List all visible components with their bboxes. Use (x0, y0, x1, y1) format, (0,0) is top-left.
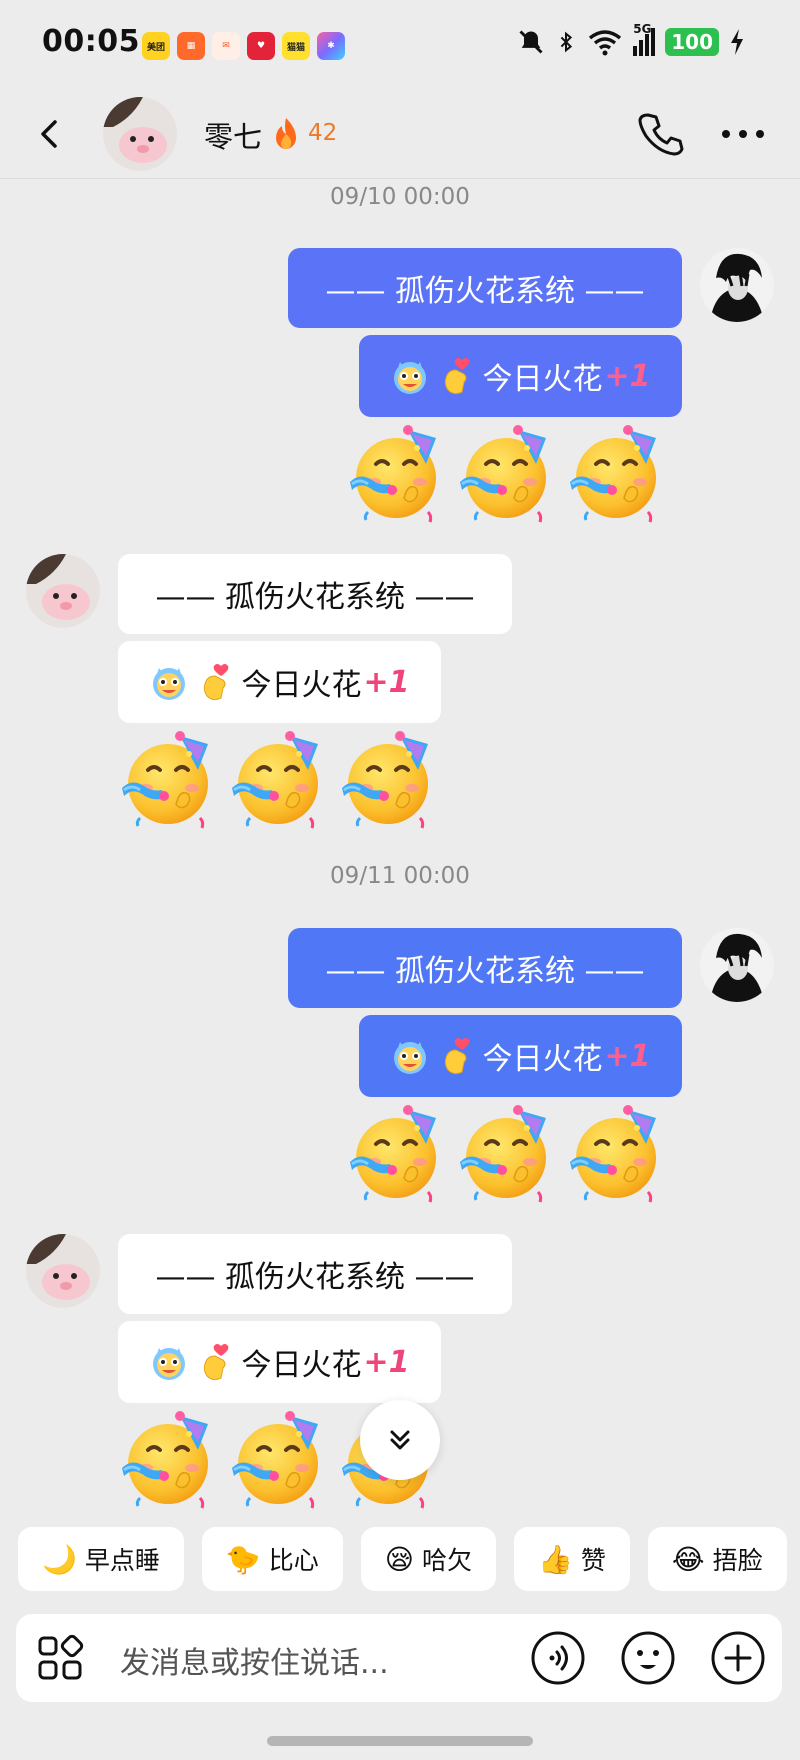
quick-reply-chip[interactable]: 👍 赞 (514, 1527, 630, 1591)
quick-reply-chip[interactable]: 🐤 比心 (201, 1527, 343, 1591)
received-spark-bubble[interactable]: 今日火花 +1 (118, 1321, 441, 1403)
tiger-emoji-icon (149, 662, 189, 702)
battery-indicator: 100 (665, 28, 719, 56)
moon-sleep-icon: 🌙 (42, 1542, 77, 1576)
bluetooth-icon (560, 31, 573, 53)
sent-message-bubble[interactable]: —— 孤伤火花系统 —— (288, 928, 682, 1008)
wifi-icon (589, 30, 622, 56)
home-indicator[interactable] (267, 1736, 533, 1746)
heart-hand-emoji-icon (195, 1342, 235, 1382)
contact-avatar[interactable] (26, 1234, 100, 1308)
contact-avatar[interactable] (26, 554, 100, 628)
contact-avatar[interactable] (103, 97, 177, 171)
chat-header: 零七 42 (0, 90, 800, 179)
tiger-emoji-icon (390, 356, 430, 396)
status-time: 00:05 (42, 24, 140, 59)
heart-hand-emoji-icon (436, 356, 476, 396)
partying-face-icon (338, 730, 438, 830)
tiger-emoji-icon (149, 1342, 189, 1382)
emoji-icon[interactable] (620, 1630, 676, 1686)
thumbs-up-icon: 👍 (538, 1542, 573, 1576)
quick-reply-chip[interactable]: 😪 哈欠 (360, 1527, 496, 1591)
partying-face-icon (456, 424, 556, 524)
received-message-bubble[interactable]: —— 孤伤火花系统 —— (118, 554, 512, 634)
status-bar: 00:05 美团 ▦ ✉ ♥ 猫猫 ✱ 5G 100 (0, 0, 800, 90)
streak-count: 42 (308, 120, 338, 146)
facepalm-icon: 😂 (671, 1542, 705, 1576)
quick-reply-chip[interactable]: 🌙 早点睡 (18, 1527, 184, 1591)
partying-face-icon (456, 1104, 556, 1204)
scroll-to-bottom-button[interactable] (360, 1400, 440, 1480)
received-emoji-message[interactable] (118, 730, 438, 830)
tiger-emoji-icon (390, 1036, 430, 1076)
message-input-bar: 发消息或按住说话... (16, 1614, 782, 1702)
partying-face-icon (228, 730, 328, 830)
notification-app-icons: 美团 ▦ ✉ ♥ 猫猫 ✱ (142, 32, 345, 60)
sent-message-bubble[interactable]: —— 孤伤火花系统 —— (288, 248, 682, 328)
received-spark-bubble[interactable]: 今日火花 +1 (118, 641, 441, 723)
partying-face-icon (118, 1410, 218, 1510)
more-dots-icon[interactable] (718, 120, 768, 148)
sent-spark-bubble[interactable]: 今日火花 +1 (359, 335, 682, 417)
quick-reply-chip[interactable]: 😂 捂脸 (647, 1527, 787, 1591)
voice-icon[interactable] (530, 1630, 586, 1686)
my-avatar[interactable] (700, 928, 774, 1002)
partying-face-icon (118, 730, 218, 830)
plus-icon[interactable] (710, 1630, 766, 1686)
sent-spark-bubble[interactable]: 今日火花 +1 (359, 1015, 682, 1097)
partying-face-icon (346, 1104, 446, 1204)
chevron-left-icon[interactable] (30, 114, 70, 154)
app-icon: ✱ (317, 32, 345, 60)
partying-face-icon (228, 1410, 328, 1510)
app-icon: ▦ (177, 32, 205, 60)
heart-hand-emoji-icon (436, 1036, 476, 1076)
heart-hand-emoji-icon (195, 662, 235, 702)
message-timestamp: 09/11 00:00 (330, 863, 470, 889)
apps-grid-icon[interactable] (36, 1634, 84, 1682)
sent-emoji-message[interactable] (346, 424, 666, 524)
fire-icon (276, 118, 296, 149)
meituan-app-icon: 美团 (142, 32, 170, 60)
partying-face-icon (566, 1104, 666, 1204)
received-message-bubble[interactable]: —— 孤伤火花系统 —— (118, 1234, 512, 1314)
sent-emoji-message[interactable] (346, 1104, 666, 1204)
charging-icon (731, 29, 743, 55)
quick-reply-bar: 🌙 早点睡 🐤 比心 😪 哈欠 👍 赞 😂 捂脸 (18, 1527, 787, 1591)
partying-face-icon (566, 424, 666, 524)
app-icon: ♥ (247, 32, 275, 60)
app-icon: ✉ (212, 32, 240, 60)
phone-icon[interactable] (636, 109, 684, 157)
message-input[interactable]: 发消息或按住说话... (120, 1638, 389, 1682)
bell-off-icon (519, 30, 543, 54)
message-timestamp: 09/10 00:00 (330, 184, 470, 210)
my-avatar[interactable] (700, 248, 774, 322)
partying-face-icon (346, 424, 446, 524)
yawn-icon: 😪 (384, 1542, 414, 1576)
contact-name[interactable]: 零七 (204, 114, 262, 156)
chick-icon: 🐤 (225, 1542, 261, 1576)
system-icons: 5G 100 (517, 22, 745, 56)
double-chevron-down-icon (390, 1430, 410, 1450)
cellular-signal-icon: 5G (633, 22, 656, 56)
app-icon: 猫猫 (282, 32, 310, 60)
